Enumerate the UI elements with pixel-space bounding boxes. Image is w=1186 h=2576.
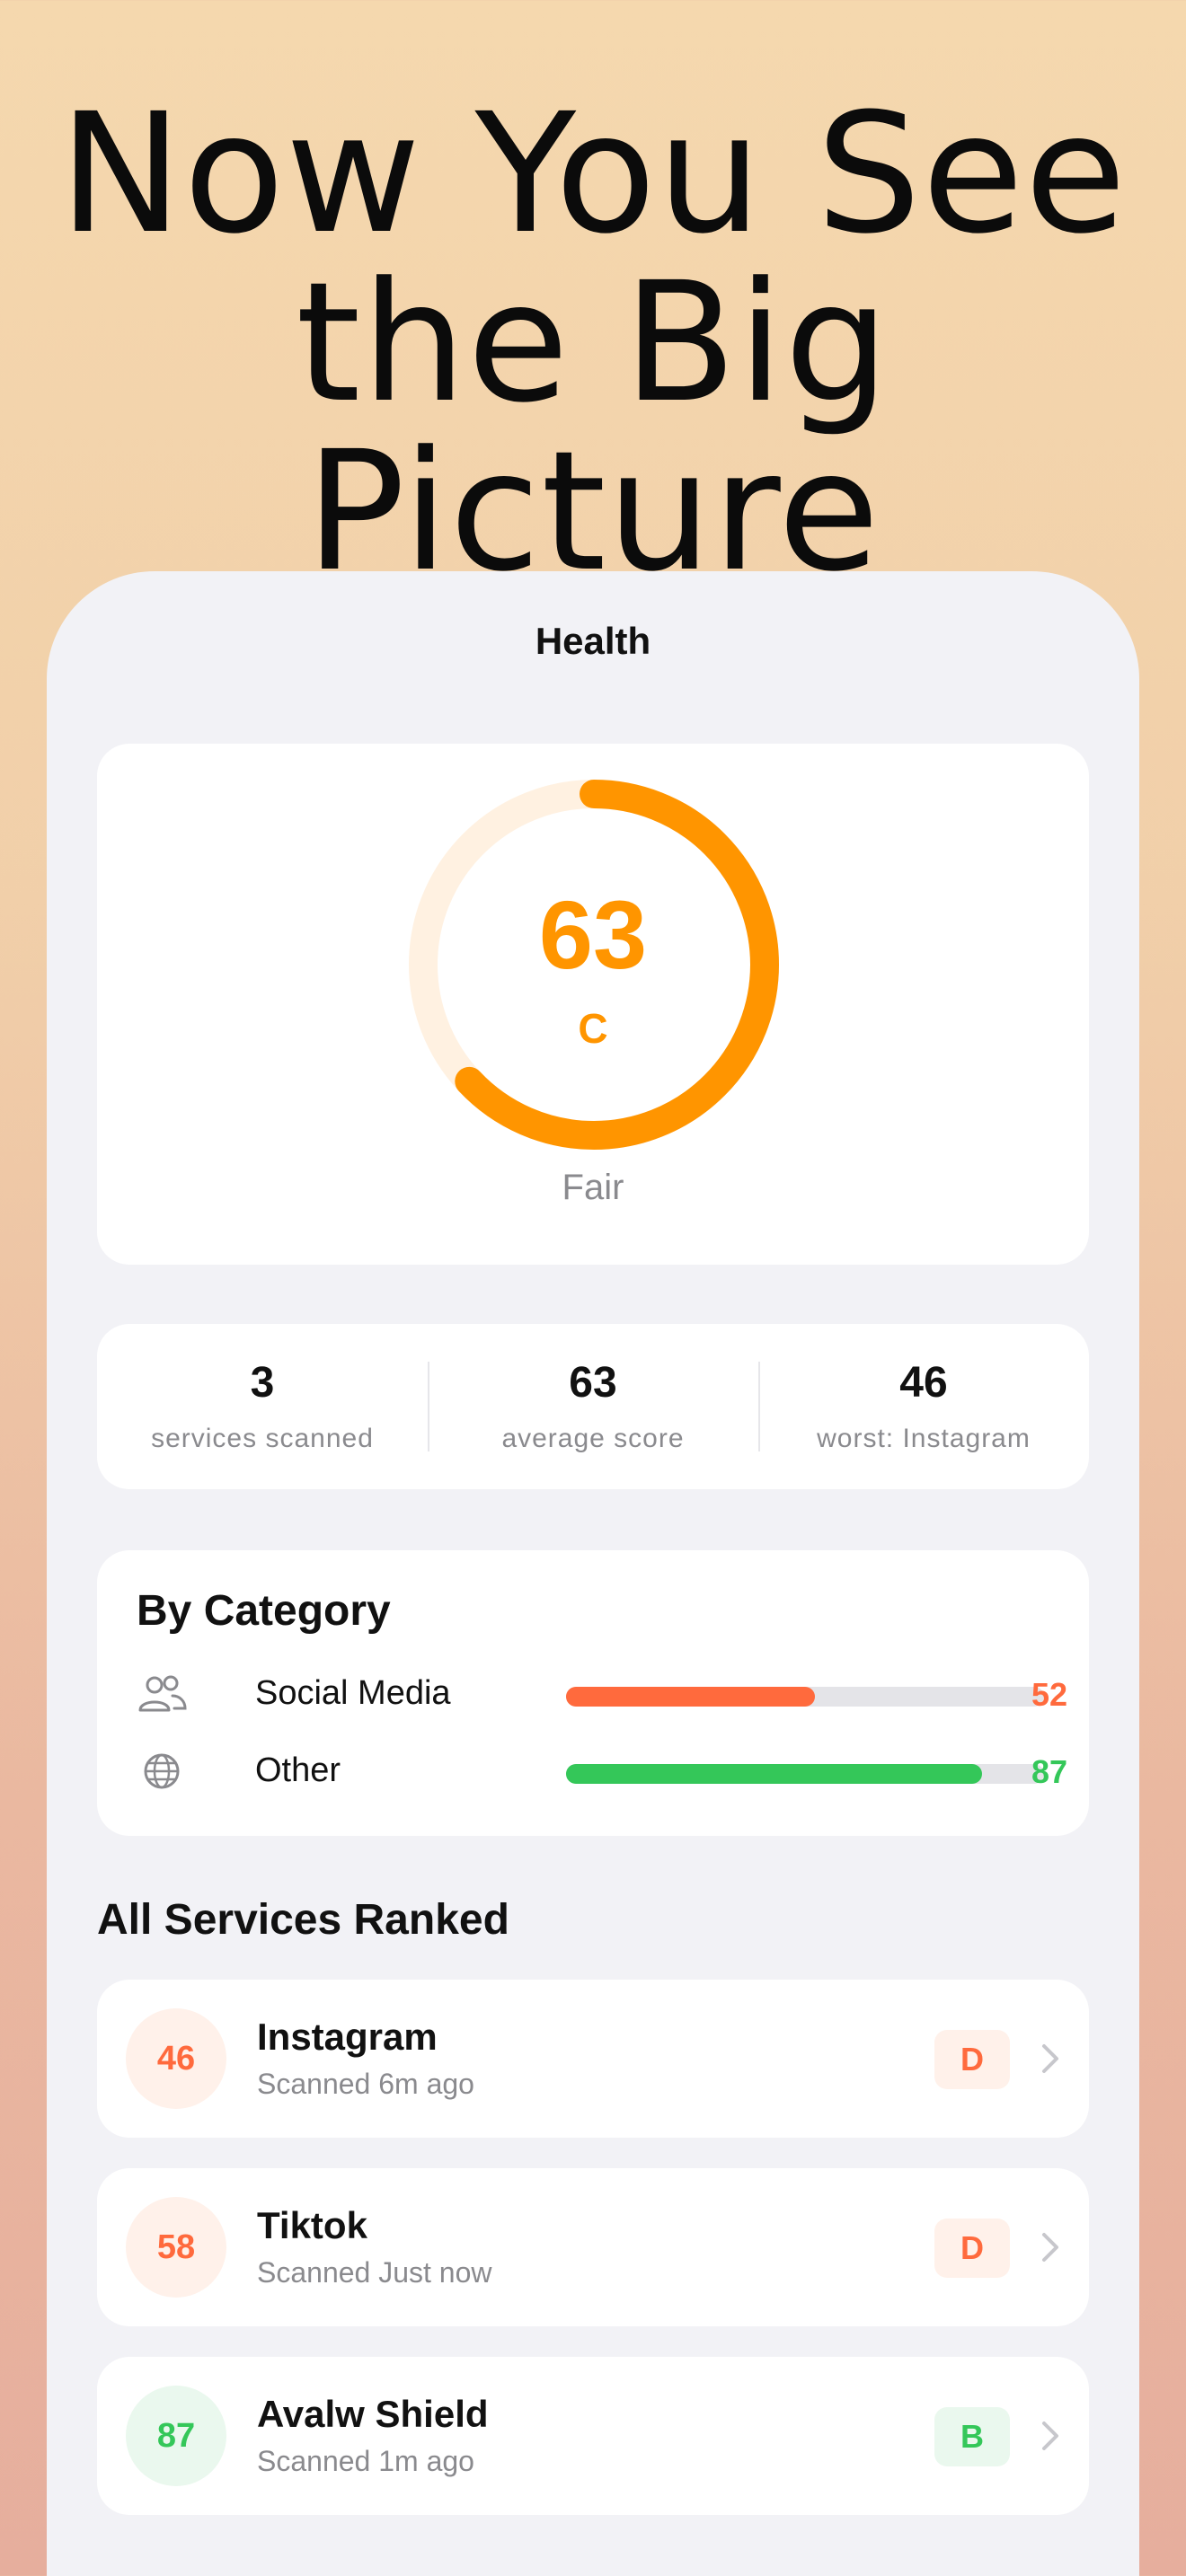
stat-worst: 46 worst: Instagram bbox=[758, 1324, 1089, 1489]
services-section-title: All Services Ranked bbox=[97, 1896, 509, 1944]
category-bar-fill bbox=[566, 1687, 815, 1707]
stat-label: services scanned bbox=[151, 1424, 374, 1453]
category-score: 52 bbox=[1031, 1676, 1067, 1713]
category-label: Social Media bbox=[255, 1674, 451, 1712]
health-status: Fair bbox=[562, 1168, 624, 1207]
service-scan-time: Scanned 1m ago bbox=[257, 2445, 474, 2477]
category-card: By Category Social Media 52 Other 87 bbox=[97, 1550, 1089, 1836]
service-score-badge: 87 bbox=[126, 2386, 226, 2486]
service-row-instagram[interactable]: 46 Instagram Scanned 6m ago D bbox=[97, 1980, 1089, 2138]
category-title: By Category bbox=[137, 1587, 391, 1635]
category-label: Other bbox=[255, 1751, 341, 1789]
service-score-badge: 58 bbox=[126, 2197, 226, 2298]
chevron-right-icon bbox=[1042, 2422, 1058, 2450]
category-row-social-media[interactable]: Social Media 52 bbox=[137, 1667, 1067, 1721]
service-grade-badge: B bbox=[934, 2407, 1010, 2466]
chevron-right-icon bbox=[1042, 2233, 1058, 2262]
service-name: Tiktok bbox=[257, 2204, 367, 2246]
service-scan-time: Scanned 6m ago bbox=[257, 2068, 474, 2100]
service-score-badge: 46 bbox=[126, 2008, 226, 2109]
people-icon bbox=[138, 1675, 187, 1712]
health-score-card: 63 C Fair bbox=[97, 744, 1089, 1265]
stat-services-scanned: 3 services scanned bbox=[97, 1324, 428, 1489]
stat-label: worst: Instagram bbox=[817, 1424, 1031, 1453]
category-bar-track bbox=[566, 1764, 1044, 1784]
service-row-tiktok[interactable]: 58 Tiktok Scanned Just now D bbox=[97, 2168, 1089, 2326]
globe-icon bbox=[144, 1753, 180, 1789]
category-row-other[interactable]: Other 87 bbox=[137, 1744, 1067, 1798]
service-scan-time: Scanned Just now bbox=[257, 2256, 492, 2289]
page-title: Health bbox=[535, 620, 651, 662]
stat-value: 46 bbox=[899, 1359, 948, 1407]
stats-card: 3 services scanned 63 average score 46 w… bbox=[97, 1324, 1089, 1489]
hero-line-2: the Big Picture bbox=[296, 247, 890, 608]
service-name: Avalw Shield bbox=[257, 2393, 489, 2435]
category-bar-fill bbox=[566, 1764, 982, 1784]
health-score-value: 63 bbox=[538, 880, 648, 989]
service-grade-badge: D bbox=[934, 2030, 1010, 2089]
stat-value: 3 bbox=[250, 1359, 275, 1407]
category-score: 87 bbox=[1031, 1753, 1067, 1790]
stat-label: average score bbox=[501, 1424, 685, 1453]
hero-headline: Now You See the Big Picture bbox=[0, 90, 1186, 596]
service-grade-badge: D bbox=[934, 2219, 1010, 2278]
hero-line-1: Now You See bbox=[58, 78, 1128, 270]
chevron-right-icon bbox=[1042, 2044, 1058, 2073]
stat-average-score: 63 average score bbox=[428, 1324, 758, 1489]
stat-value: 63 bbox=[569, 1359, 617, 1407]
service-name: Instagram bbox=[257, 2016, 438, 2058]
category-bar-track bbox=[566, 1687, 1044, 1707]
health-grade: C bbox=[578, 1005, 608, 1052]
service-row-avalw-shield[interactable]: 87 Avalw Shield Scanned 1m ago B bbox=[97, 2357, 1089, 2515]
